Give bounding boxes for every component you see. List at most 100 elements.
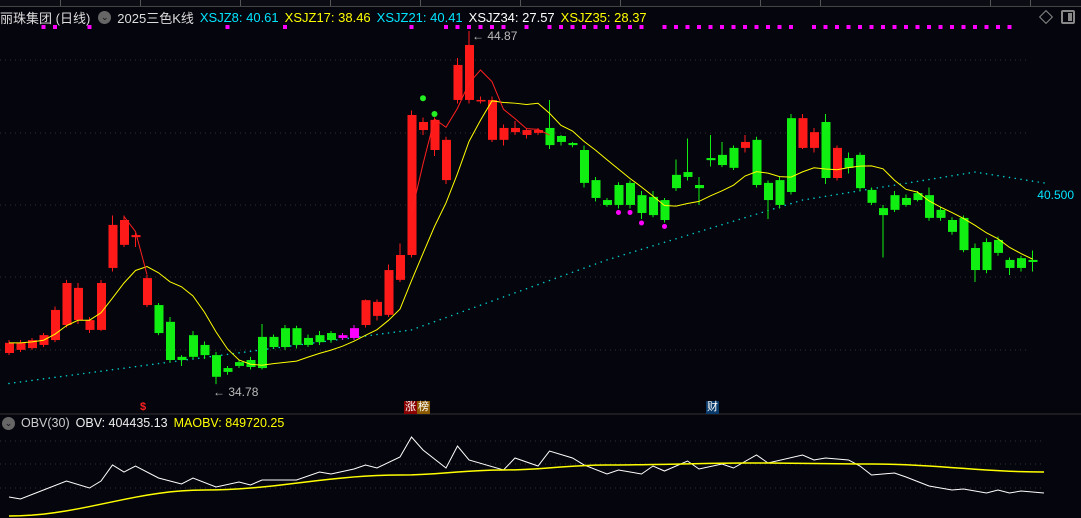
candle-body — [936, 209, 946, 218]
long-ma-dot — [818, 196, 821, 199]
sell-signal-dot — [639, 220, 644, 226]
candle-body — [361, 300, 371, 325]
long-ma-dot — [945, 175, 948, 178]
candle-body — [200, 344, 210, 356]
long-ma-dot — [439, 318, 442, 321]
long-ma-dot — [784, 204, 787, 207]
long-ma-dot — [554, 277, 557, 280]
candle-body — [350, 328, 359, 338]
long-ma-dot — [502, 296, 505, 298]
long-ma-dot — [445, 316, 447, 319]
candle-body — [281, 328, 290, 348]
candle-body — [856, 154, 865, 189]
long-ma-dot — [238, 352, 240, 354]
long-ma-dot — [836, 193, 838, 196]
long-ma-dot — [617, 255, 620, 258]
long-ma-dot — [790, 202, 792, 205]
event-marker-dollar[interactable]: $ — [139, 401, 147, 414]
event-marker-bang[interactable]: 榜 — [417, 401, 430, 414]
candle-body — [683, 172, 693, 177]
long-ma-dot — [709, 227, 712, 230]
signal-dot — [904, 25, 908, 29]
long-ma-dot — [675, 237, 677, 240]
long-ma-dot — [847, 191, 850, 194]
candle-body — [85, 320, 95, 330]
long-ma-dot — [404, 329, 407, 332]
maobv-value: MAOBV: 849720.25 — [173, 416, 285, 430]
indicator-value-xsjz8: XSJZ8: 40.61 — [199, 9, 279, 25]
long-ma-dot — [324, 340, 327, 343]
candle-body — [16, 342, 26, 350]
signal-dot — [720, 25, 724, 29]
indicator-dropdown-icon[interactable]: ⌄ — [98, 10, 112, 24]
long-ma-dot — [266, 348, 269, 350]
buy-signal-dot — [431, 110, 438, 117]
long-ma-dot — [951, 174, 953, 177]
obv-dropdown-icon[interactable]: ⌄ — [2, 416, 15, 430]
signal-dot — [869, 25, 874, 29]
long-ma-dot — [1020, 178, 1022, 181]
long-ma-dot — [71, 374, 74, 376]
indicator-value-xsjz21: XSJZ21: 40.41 — [376, 9, 463, 25]
candle-body — [373, 301, 382, 316]
long-ma-dot — [1025, 179, 1028, 181]
candle-body — [5, 342, 14, 353]
long-ma-dot — [853, 190, 856, 193]
long-ma-dot — [864, 188, 867, 191]
event-marker-zhang[interactable]: 涨 — [404, 401, 417, 414]
long-ma-dot — [824, 195, 827, 198]
long-ma-dot — [111, 368, 114, 371]
candle-body — [131, 235, 141, 238]
long-ma-dot — [8, 382, 10, 385]
candle-body — [304, 337, 313, 345]
candle-body — [614, 185, 624, 205]
long-ma-dot — [496, 298, 499, 300]
signal-dot — [973, 25, 977, 29]
long-ma-dot — [13, 381, 16, 384]
long-ma-dot — [416, 327, 419, 329]
signal-dot — [950, 25, 954, 29]
long-ma-dot — [876, 187, 879, 189]
signal-dot — [915, 25, 920, 29]
long-ma-dot — [939, 176, 942, 179]
long-ma-dot — [249, 350, 252, 353]
long-ma-dot — [519, 289, 522, 292]
obv-name[interactable]: OBV(30) — [21, 416, 70, 430]
long-ma-dot — [393, 331, 396, 333]
sell-signal-dot — [662, 223, 667, 229]
candle-body — [419, 122, 428, 131]
long-ma-dot — [399, 330, 401, 333]
long-ma-dot — [174, 360, 177, 363]
indicator-name[interactable]: 2025三色K线 — [117, 8, 194, 27]
long-ma-dot — [801, 199, 804, 201]
long-ma-dot — [456, 312, 459, 315]
signal-dot — [685, 25, 690, 29]
candle-body — [971, 248, 980, 271]
candle-body — [902, 197, 911, 205]
candle-body — [948, 220, 957, 232]
signal-dot — [731, 25, 736, 29]
stock-title[interactable]: 丽珠集团 (日线) — [0, 8, 90, 27]
panel-toggle-icon[interactable] — [1061, 10, 1075, 24]
long-ma-dot — [956, 174, 959, 176]
long-ma-dot — [226, 353, 229, 356]
long-ma-dot — [157, 362, 160, 365]
event-marker-finance[interactable]: 财 — [706, 401, 719, 414]
candle-body — [982, 242, 992, 271]
candle-body — [97, 283, 106, 330]
long-ma-dot — [565, 273, 568, 276]
long-ma-dot — [571, 271, 574, 274]
long-ma-dot — [128, 366, 131, 369]
long-ma-dot — [692, 232, 695, 235]
long-ma-dot — [146, 364, 148, 366]
candle-body — [235, 362, 244, 366]
long-ma-dot — [387, 332, 390, 334]
signal-dot — [984, 25, 989, 29]
long-ma-dot — [928, 178, 930, 181]
long-ma-dot — [841, 192, 844, 195]
diamond-icon[interactable] — [1038, 9, 1054, 25]
signal-dot — [996, 25, 1000, 29]
long-ma-dot — [997, 174, 999, 177]
candlestick-chart[interactable]: ← 44.87 ← 34.78 40.500 — [0, 0, 1081, 518]
long-ma-dot — [968, 172, 971, 174]
